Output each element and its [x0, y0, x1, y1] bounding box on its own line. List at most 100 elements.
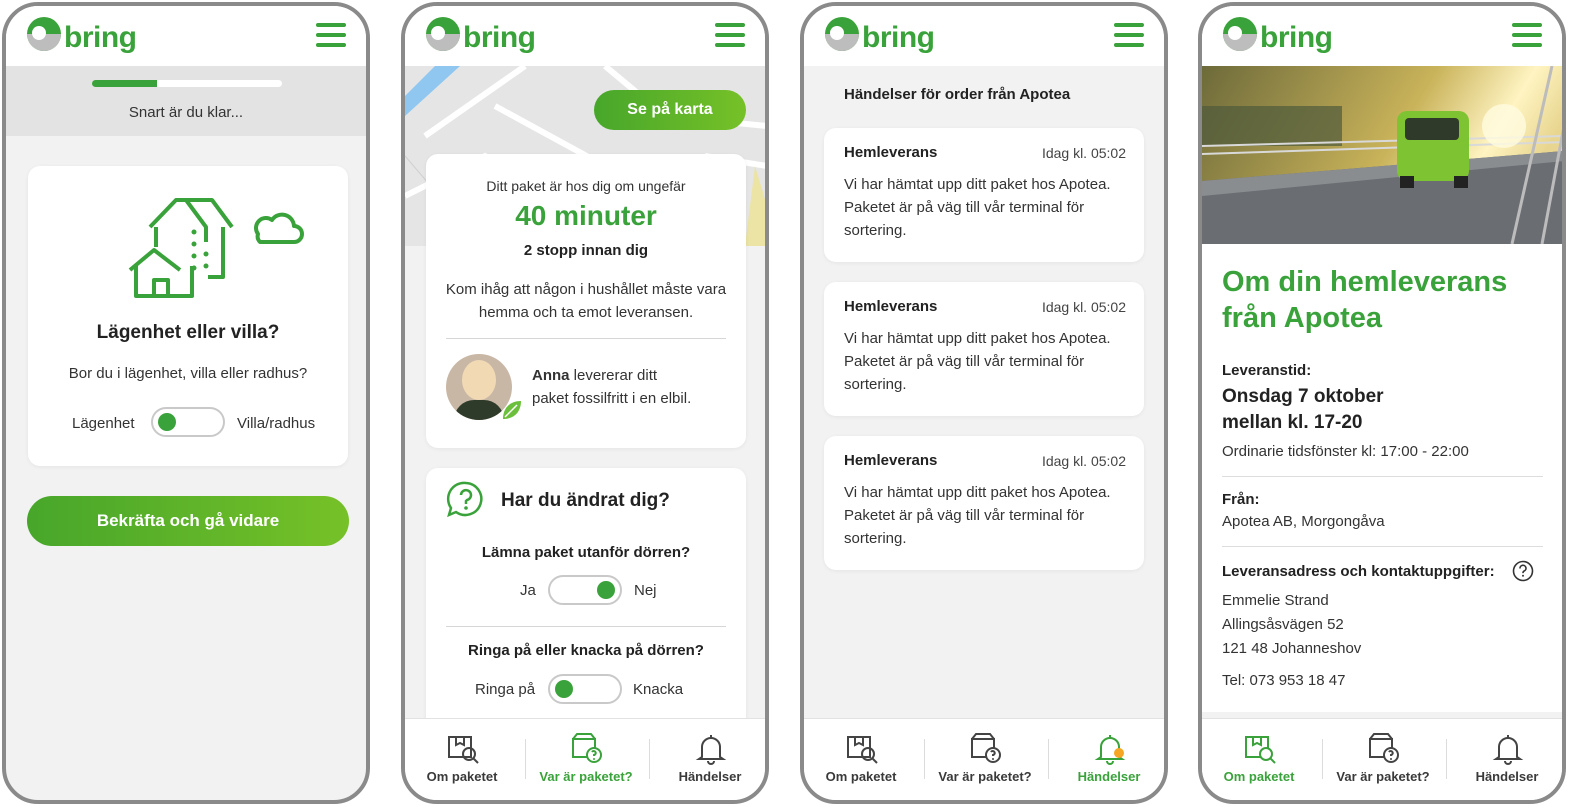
event-line-3: sortering. [844, 376, 907, 393]
package-search-icon [1245, 736, 1276, 764]
app-header: bring [405, 6, 765, 66]
page-title: Om din hemleverans från Apotea [1222, 264, 1507, 336]
time-value-line-2: mellan kl. 17-20 [1222, 412, 1363, 433]
phone-screen-package-info: bring Om din hemleverans från Apotea Lev… [1198, 2, 1566, 804]
eta-value: 40 minuter [515, 200, 657, 231]
nav-label: Om paketet [426, 769, 498, 784]
toggle-label-left: Lägenhet [72, 415, 135, 432]
bell-notification-icon [1094, 735, 1126, 765]
package-search-icon [847, 736, 878, 764]
preferences-card: Har du ändrat dig? Lämna paket utanför d… [426, 468, 746, 738]
delivery-van-photo [1202, 66, 1562, 244]
houses-illustration-icon [128, 198, 304, 298]
driver-text-1: levererar ditt [569, 367, 658, 384]
housing-toggle[interactable] [151, 407, 225, 437]
event-line-3: sortering. [844, 222, 907, 239]
nav-handelser[interactable]: Händelser [650, 719, 765, 800]
package-question-icon [572, 733, 602, 763]
app-header: bring [1202, 6, 1562, 66]
event-card[interactable]: Hemleverans Idag kl. 05:02 Vi har hämtat… [824, 436, 1144, 570]
driver-name: Anna [532, 367, 570, 384]
bottom-navigation: Om paketet Var är paketet? Händelser [405, 718, 765, 800]
address-label: Leveransadress och kontaktuppgifter: [1222, 563, 1495, 580]
q1-left-label: Ja [520, 582, 536, 599]
divider [1222, 476, 1543, 477]
event-title: Hemleverans [844, 298, 938, 315]
time-label: Leveranstid: [1222, 362, 1312, 379]
event-card[interactable]: Hemleverans Idag kl. 05:02 Vi har hämtat… [824, 128, 1144, 262]
toggle-label-right: Villa/radhus [237, 415, 316, 432]
see-map-button[interactable]: Se på karta [594, 90, 746, 130]
progress-section: Snart är du klar... [6, 66, 366, 136]
phone-number: Tel: 073 953 18 47 [1222, 672, 1346, 689]
stops-count: 2 stopp innan dig [523, 242, 649, 259]
eta-intro: Ditt paket är hos dig om ungefär [486, 178, 686, 194]
nav-om-paketet[interactable]: Om paketet [804, 719, 921, 800]
nav-label: Om paketet [825, 769, 897, 784]
divider [1222, 546, 1543, 547]
nav-var-ar-paketet[interactable]: Var är paketet? [526, 719, 646, 800]
logo-text: bring [463, 21, 536, 54]
menu-icon[interactable] [715, 23, 745, 47]
bell-icon [695, 735, 727, 765]
time-value: Onsdag 7 oktober mellan kl. 17-20 [1222, 384, 1384, 436]
menu-icon[interactable] [1512, 23, 1542, 47]
changed-title: Har du ändrat dig? [501, 490, 670, 511]
leave-package-toggle[interactable] [548, 575, 622, 605]
address-name: Emmelie Strand [1222, 592, 1329, 609]
ring-knock-toggle[interactable] [548, 674, 622, 704]
bring-logo[interactable]: bring [425, 16, 536, 60]
nav-label: Om paketet [1223, 769, 1295, 784]
event-title: Hemleverans [844, 144, 938, 161]
nav-handelser[interactable]: Händelser [1049, 719, 1164, 800]
card-question: Bor du i lägenhet, villa eller radhus? [68, 365, 308, 382]
card-title: Lägenhet eller villa? [96, 322, 280, 343]
event-line-1: Vi har hämtat upp ditt paket hos Apotea. [844, 176, 1111, 193]
time-window: Ordinarie tidsfönster kl: 17:00 - 22:00 [1222, 443, 1469, 460]
nav-var-ar-paketet[interactable]: Var är paketet? [1323, 719, 1443, 800]
confirm-button[interactable]: Bekräfta och gå vidare [27, 496, 349, 546]
help-icon[interactable] [1512, 560, 1534, 582]
divider [446, 626, 726, 627]
phone-screen-tracking: bring Se på karta Ditt paket är hos dig … [401, 2, 769, 804]
event-time: Idag kl. 05:02 [1041, 299, 1126, 315]
package-question-icon [971, 733, 1001, 763]
nav-var-ar-paketet[interactable]: Var är paketet? [925, 719, 1045, 800]
event-line-2: Paketet är på väg till vår terminal för [844, 199, 1085, 216]
bell-icon [1492, 735, 1524, 765]
event-line-3: sortering. [844, 530, 907, 547]
bottom-navigation: Om paketet Var är paketet? Händelser [804, 718, 1164, 800]
package-question-icon [1369, 733, 1399, 763]
nav-om-paketet[interactable]: Om paketet [405, 719, 522, 800]
address-street: Allingsåsvägen 52 [1222, 616, 1344, 633]
page-title-line-1: Om din hemleverans [1222, 266, 1508, 298]
event-line-1: Vi har hämtat upp ditt paket hos Apotea. [844, 330, 1111, 347]
events-heading: Händelser för order från Apotea [844, 86, 1071, 103]
event-time: Idag kl. 05:02 [1041, 145, 1126, 161]
nav-label: Var är paketet? [539, 769, 633, 784]
progress-text: Snart är du klar... [128, 104, 244, 121]
nav-handelser[interactable]: Händelser [1447, 719, 1562, 800]
event-title: Hemleverans [844, 452, 938, 469]
logo-text: bring [1260, 21, 1333, 54]
menu-icon[interactable] [316, 23, 346, 47]
phone-screen-events: bring Händelser för order från Apotea He… [800, 2, 1168, 804]
bring-logo[interactable]: bring [26, 16, 137, 60]
bring-logo[interactable]: bring [1222, 16, 1333, 60]
nav-label: Händelser [1475, 769, 1539, 784]
question-leave-package: Lämna paket utanför dörren? [481, 544, 691, 561]
menu-icon[interactable] [1114, 23, 1144, 47]
nav-label: Var är paketet? [938, 769, 1032, 784]
event-card[interactable]: Hemleverans Idag kl. 05:02 Vi har hämtat… [824, 282, 1144, 416]
logo-text: bring [64, 21, 137, 54]
nav-label: Händelser [678, 769, 742, 784]
nav-om-paketet[interactable]: Om paketet [1202, 719, 1319, 800]
package-search-icon [448, 736, 479, 764]
eta-card: Ditt paket är hos dig om ungefär 40 minu… [426, 154, 746, 448]
page-title-line-2: från Apotea [1222, 302, 1383, 334]
phone-screen-onboarding: bring Snart är du klar... Lägenhet eller… [2, 2, 370, 804]
event-line-1: Vi har hämtat upp ditt paket hos Apotea. [844, 484, 1111, 501]
time-value-line-1: Onsdag 7 oktober [1222, 386, 1384, 407]
event-line-2: Paketet är på väg till vår terminal för [844, 353, 1085, 370]
bring-logo[interactable]: bring [824, 16, 935, 60]
